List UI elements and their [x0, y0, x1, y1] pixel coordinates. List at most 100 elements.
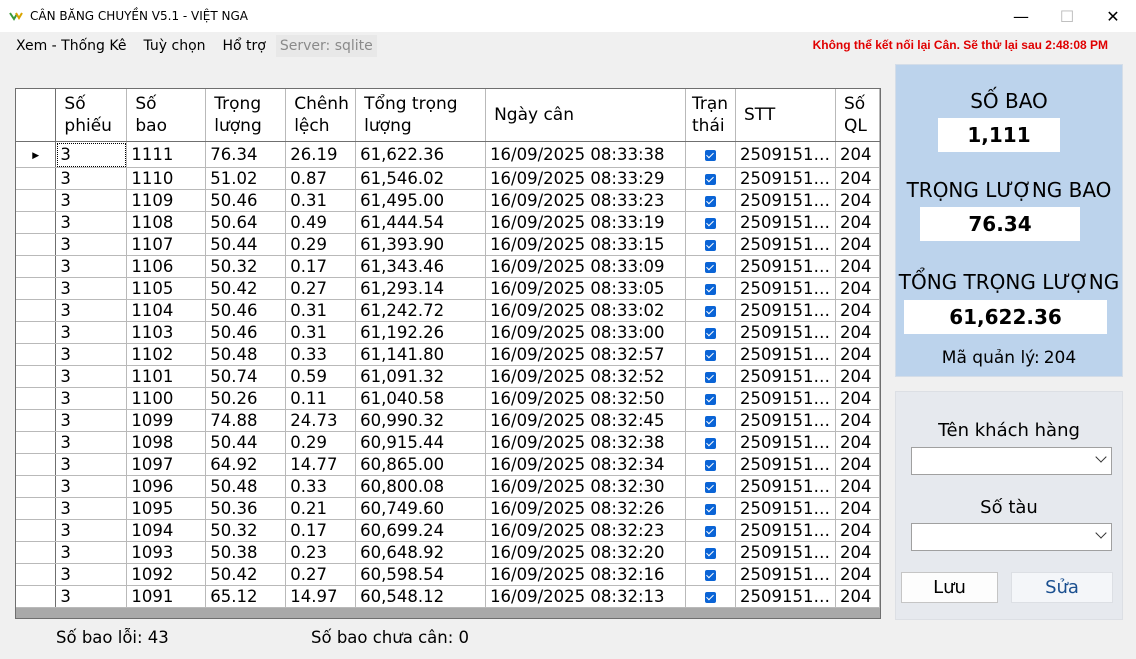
cell-trang-thai[interactable] — [685, 563, 736, 586]
cell-tong-trong-luong[interactable]: 60,598.54 — [355, 563, 487, 586]
cell-trang-thai[interactable] — [685, 211, 736, 234]
row-header[interactable] — [16, 585, 57, 608]
cell-trang-thai[interactable] — [685, 585, 736, 608]
cell-tong-trong-luong[interactable]: 61,040.58 — [355, 387, 487, 410]
table-row[interactable]: 3 1098 50.44 0.29 60,915.44 16/09/2025 08:32:… — [16, 431, 880, 454]
row-header[interactable] — [16, 475, 57, 498]
cell-so-phieu[interactable]: 3 — [55, 167, 128, 190]
cell-stt[interactable]: 2509151… — [735, 585, 836, 608]
cell-trong-luong[interactable]: 50.74 — [205, 365, 287, 388]
status-checkbox-icon[interactable] — [704, 350, 716, 361]
cell-ngay-can[interactable]: 16/09/2025 08:33:05 — [485, 277, 686, 300]
cell-tong-trong-luong[interactable]: 61,622.36 — [355, 141, 487, 168]
row-header[interactable] — [16, 233, 57, 256]
cell-trang-thai[interactable] — [685, 497, 736, 520]
cell-trong-luong[interactable]: 65.12 — [205, 585, 287, 608]
cell-so-phieu[interactable]: 3 — [55, 211, 128, 234]
cell-so-phieu[interactable]: 3 — [55, 453, 128, 476]
so-tau-combobox[interactable] — [911, 523, 1112, 551]
cell-so-ql[interactable]: 204 — [835, 211, 880, 234]
cell-so-bao[interactable]: 1106 — [126, 255, 207, 278]
cell-tong-trong-luong[interactable]: 60,648.92 — [355, 541, 487, 564]
table-row[interactable]: 3 1100 50.26 0.11 61,040.58 16/09/2025 08:32:… — [16, 387, 880, 410]
cell-tong-trong-luong[interactable]: 61,444.54 — [355, 211, 487, 234]
cell-ngay-can[interactable]: 16/09/2025 08:33:02 — [485, 299, 686, 322]
cell-stt[interactable]: 2509151… — [735, 211, 836, 234]
row-header[interactable] — [16, 211, 57, 234]
column-header-chenh-lech[interactable]: Chênh lệch — [285, 89, 357, 142]
cell-ngay-can[interactable]: 16/09/2025 08:32:20 — [485, 541, 686, 564]
cell-so-ql[interactable]: 204 — [835, 431, 880, 454]
cell-chenh-lech[interactable]: 0.27 — [285, 563, 357, 586]
cell-ngay-can[interactable]: 16/09/2025 08:32:16 — [485, 563, 686, 586]
cell-trang-thai[interactable] — [685, 387, 736, 410]
cell-chenh-lech[interactable]: 0.59 — [285, 365, 357, 388]
column-header-so-ql[interactable]: Số QL — [835, 89, 880, 142]
maximize-button[interactable]: ☐ — [1044, 0, 1090, 32]
cell-so-bao[interactable]: 1109 — [126, 189, 207, 212]
cell-so-ql[interactable]: 204 — [835, 167, 880, 190]
cell-ngay-can[interactable]: 16/09/2025 08:33:23 — [485, 189, 686, 212]
cell-tong-trong-luong[interactable]: 61,293.14 — [355, 277, 487, 300]
cell-so-phieu[interactable]: 3 — [55, 255, 128, 278]
cell-stt[interactable]: 2509151… — [735, 519, 836, 542]
row-header[interactable] — [16, 431, 57, 454]
status-checkbox-icon[interactable] — [704, 196, 716, 207]
cell-so-phieu[interactable]: 3 — [55, 541, 128, 564]
cell-ngay-can[interactable]: 16/09/2025 08:33:00 — [485, 321, 686, 344]
row-header[interactable] — [16, 321, 57, 344]
cell-ngay-can[interactable]: 16/09/2025 08:32:23 — [485, 519, 686, 542]
cell-so-phieu[interactable]: 3 — [55, 519, 128, 542]
cell-trang-thai[interactable] — [685, 519, 736, 542]
cell-ngay-can[interactable]: 16/09/2025 08:32:34 — [485, 453, 686, 476]
cell-ngay-can[interactable]: 16/09/2025 08:32:38 — [485, 431, 686, 454]
table-row[interactable]: 3 1102 50.48 0.33 61,141.80 16/09/2025 08:32:… — [16, 343, 880, 366]
table-row[interactable]: 3 1103 50.46 0.31 61,192.26 16/09/2025 08:33:… — [16, 321, 880, 344]
cell-so-bao[interactable]: 1111 — [126, 141, 207, 168]
column-header-trong-luong[interactable]: Trọng lượng — [205, 89, 287, 142]
column-header-stt[interactable]: STT — [735, 89, 836, 142]
status-checkbox-icon[interactable] — [704, 548, 716, 559]
cell-so-ql[interactable]: 204 — [835, 409, 880, 432]
cell-so-ql[interactable]: 204 — [835, 453, 880, 476]
cell-tong-trong-luong[interactable]: 60,990.32 — [355, 409, 487, 432]
cell-trang-thai[interactable] — [685, 431, 736, 454]
cell-so-ql[interactable]: 204 — [835, 277, 880, 300]
table-row[interactable]: ▶ 3 1111 76.34 26.19 61,622.36 16/09/2025 08:3… — [16, 141, 880, 168]
cell-trang-thai[interactable] — [685, 453, 736, 476]
cell-trong-luong[interactable]: 50.44 — [205, 233, 287, 256]
cell-trang-thai[interactable] — [685, 409, 736, 432]
cell-chenh-lech[interactable]: 0.29 — [285, 233, 357, 256]
cell-trang-thai[interactable] — [685, 541, 736, 564]
cell-so-bao[interactable]: 1100 — [126, 387, 207, 410]
table-row[interactable]: 3 1091 65.12 14.97 60,548.12 16/09/2025 08:32… — [16, 585, 880, 608]
cell-chenh-lech[interactable]: 0.29 — [285, 431, 357, 454]
cell-tong-trong-luong[interactable]: 61,546.02 — [355, 167, 487, 190]
cell-tong-trong-luong[interactable]: 61,192.26 — [355, 321, 487, 344]
cell-so-bao[interactable]: 1101 — [126, 365, 207, 388]
cell-so-ql[interactable]: 204 — [835, 519, 880, 542]
table-row[interactable]: 3 1110 51.02 0.87 61,546.02 16/09/2025 08:33:… — [16, 167, 880, 190]
cell-stt[interactable]: 2509151… — [735, 299, 836, 322]
cell-so-bao[interactable]: 1104 — [126, 299, 207, 322]
cell-ngay-can[interactable]: 16/09/2025 08:32:57 — [485, 343, 686, 366]
cell-tong-trong-luong[interactable]: 61,393.90 — [355, 233, 487, 256]
cell-ngay-can[interactable]: 16/09/2025 08:32:52 — [485, 365, 686, 388]
cell-stt[interactable]: 2509151… — [735, 453, 836, 476]
row-header[interactable] — [16, 189, 57, 212]
cell-trang-thai[interactable] — [685, 277, 736, 300]
table-row[interactable]: 3 1095 50.36 0.21 60,749.60 16/09/2025 08:32:… — [16, 497, 880, 520]
cell-ngay-can[interactable]: 16/09/2025 08:32:45 — [485, 409, 686, 432]
table-row[interactable]: 3 1094 50.32 0.17 60,699.24 16/09/2025 08:32:… — [16, 519, 880, 542]
cell-so-bao[interactable]: 1092 — [126, 563, 207, 586]
status-checkbox-icon[interactable] — [704, 150, 716, 161]
close-button[interactable]: ✕ — [1090, 0, 1136, 32]
cell-ngay-can[interactable]: 16/09/2025 08:33:29 — [485, 167, 686, 190]
cell-trang-thai[interactable] — [685, 189, 736, 212]
table-row[interactable]: 3 1109 50.46 0.31 61,495.00 16/09/2025 08:33:… — [16, 189, 880, 212]
cell-stt[interactable]: 2509151… — [735, 141, 836, 168]
cell-stt[interactable]: 2509151… — [735, 255, 836, 278]
table-row[interactable]: 3 1101 50.74 0.59 61,091.32 16/09/2025 08:32:… — [16, 365, 880, 388]
cell-trong-luong[interactable]: 51.02 — [205, 167, 287, 190]
cell-so-phieu[interactable]: 3 — [55, 409, 128, 432]
